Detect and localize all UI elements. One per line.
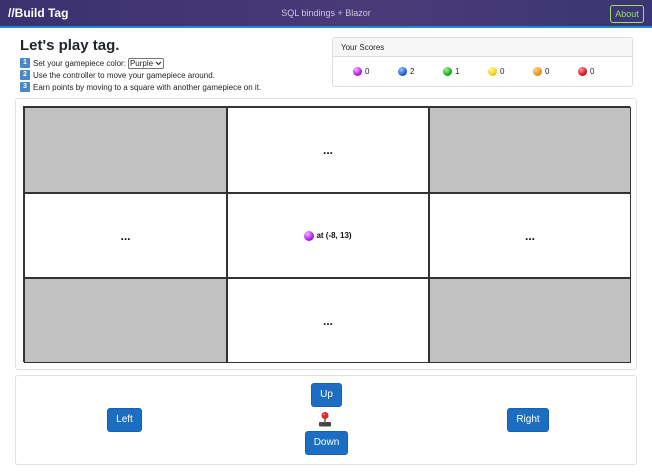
- board-cell-blocked: [429, 278, 631, 363]
- cell-placeholder: ...: [524, 228, 535, 243]
- right-button[interactable]: Right: [507, 408, 549, 432]
- board-cell: ...: [227, 107, 429, 193]
- score-green: 1: [443, 67, 459, 76]
- player-position: at (-8, 13): [316, 231, 352, 240]
- score-value: 0: [500, 67, 505, 76]
- scores-row: 0 2 1 0 0 0: [333, 57, 632, 87]
- game-board: ... ... at (-8, 13) ... ...: [23, 106, 631, 363]
- player-gamepiece: at (-8, 13): [304, 230, 352, 241]
- cell-placeholder: ...: [120, 228, 131, 243]
- score-value: 0: [590, 67, 595, 76]
- step-3: 3 Earn points by moving to a square with…: [20, 81, 261, 93]
- step-text: Use the controller to move your gamepiec…: [33, 70, 215, 80]
- board-cell: ...: [24, 193, 227, 278]
- score-value: 0: [545, 67, 550, 76]
- score-value: 0: [365, 67, 370, 76]
- step-number: 2: [20, 70, 30, 80]
- purple-orb-icon: [353, 67, 362, 76]
- step-1: 1 Set your gamepiece color: Purple: [20, 57, 261, 69]
- step-text: Earn points by moving to a square with a…: [33, 82, 262, 92]
- purple-orb-icon: [304, 230, 315, 241]
- board-cell-player: at (-8, 13): [227, 193, 429, 278]
- score-value: 1: [455, 67, 460, 76]
- chevron-down-icon: [155, 61, 162, 65]
- scores-title: Your Scores: [333, 38, 632, 57]
- board-cell: ...: [227, 278, 429, 363]
- step-number: 3: [20, 82, 30, 92]
- board-cell-blocked: [24, 107, 227, 193]
- blue-orb-icon: [398, 67, 407, 76]
- yellow-orb-icon: [488, 67, 497, 76]
- up-button[interactable]: Up: [311, 383, 342, 407]
- left-button[interactable]: Left: [107, 408, 142, 432]
- score-red: 0: [578, 67, 594, 76]
- score-value: 2: [410, 67, 415, 76]
- score-blue: 2: [398, 67, 414, 76]
- score-purple: 0: [353, 67, 369, 76]
- down-button[interactable]: Down: [305, 431, 348, 455]
- header-subtitle: SQL bindings + Blazor: [281, 8, 371, 18]
- score-yellow: 0: [488, 67, 504, 76]
- step-number: 1: [20, 58, 30, 68]
- board-cell: ...: [429, 193, 631, 278]
- joystick-icon: [319, 412, 331, 427]
- board-cell-blocked: [429, 107, 631, 193]
- green-orb-icon: [443, 67, 452, 76]
- scores-card: Your Scores 0 2 1 0 0 0: [332, 37, 633, 87]
- top-bar: //Build Tag SQL bindings + Blazor About: [0, 0, 652, 28]
- score-orange: 0: [533, 67, 549, 76]
- color-select-value: Purple: [129, 58, 154, 68]
- page-title: Let's play tag.: [20, 37, 120, 54]
- cell-placeholder: ...: [322, 143, 333, 157]
- about-button[interactable]: About: [610, 5, 644, 23]
- step-text: Set your gamepiece color:: [33, 58, 126, 68]
- cell-placeholder: ...: [322, 313, 333, 328]
- board-cell-blocked: [24, 278, 227, 363]
- instructions: 1 Set your gamepiece color: Purple 2 Use…: [20, 57, 261, 93]
- step-2: 2 Use the controller to move your gamepi…: [20, 69, 261, 81]
- color-select[interactable]: Purple: [127, 57, 165, 69]
- orange-orb-icon: [533, 67, 542, 76]
- red-orb-icon: [578, 67, 587, 76]
